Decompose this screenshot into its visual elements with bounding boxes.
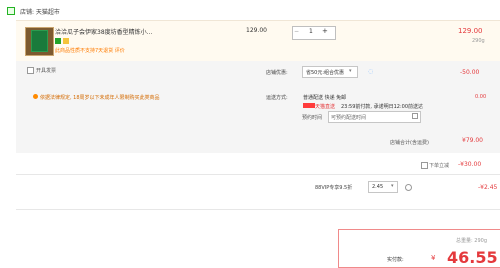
vip-discount-value: -¥2.45 <box>478 184 498 191</box>
item-weight: 290g <box>472 38 485 44</box>
age-restriction-notice: 依据法律规定, 18周岁以下未成年人限制购买此类商品 <box>40 95 160 101</box>
invoice-checkbox[interactable] <box>27 67 34 74</box>
shop-header <box>0 0 500 20</box>
item-subtotal: 129.00 <box>458 27 483 35</box>
shipping-fee: 0.00 <box>475 94 487 100</box>
delivery-cutoff-note: 23:59前付款, 承诺明日12:00前送达 <box>341 104 423 110</box>
promo-row <box>16 61 500 84</box>
shop-total-value: ¥79.00 <box>462 137 483 144</box>
summary-currency: ¥ <box>431 254 436 262</box>
shop-checkbox[interactable] <box>7 7 15 15</box>
chevron-down-icon[interactable]: ▾ <box>391 183 394 189</box>
shipping-label: 运送方式: <box>266 95 288 101</box>
vip-discount-selected[interactable]: 2.45 <box>372 184 383 190</box>
order-discount-checkbox[interactable] <box>421 162 428 169</box>
summary-weight: 总重量: 290g <box>456 238 487 244</box>
qty-plus-button[interactable]: + <box>322 27 328 35</box>
promo-badge-icon <box>63 38 69 44</box>
vip-discount-label: 88VIP专享9.5折 <box>315 185 353 191</box>
invoice-label[interactable]: 开具发票 <box>36 67 56 74</box>
divider <box>16 209 500 210</box>
unit-price: 129.00 <box>246 27 267 34</box>
info-icon[interactable] <box>405 184 412 191</box>
tmall-badge-icon <box>55 38 61 44</box>
chat-icon[interactable]: ◌ <box>368 68 373 75</box>
shipping-method: 普通配送 快递 免邮 <box>303 95 347 101</box>
appointment-placeholder[interactable]: 可预约配送时间 <box>331 114 366 121</box>
summary-price: 46.55 <box>447 248 498 267</box>
appointment-label: 预约时间 <box>302 115 323 121</box>
calendar-icon[interactable] <box>412 113 418 119</box>
chevron-down-icon[interactable]: ▾ <box>349 68 352 74</box>
location-pin-icon <box>33 94 38 99</box>
shop-discount-amount: -50.00 <box>460 69 480 76</box>
shop-discount-label: 店铺优惠: <box>266 70 288 76</box>
product-image <box>31 30 48 52</box>
divider <box>16 174 500 175</box>
tmall-direct-badge <box>303 103 315 108</box>
shop-name[interactable]: 店铺: 天猫超市 <box>20 7 60 16</box>
product-title[interactable]: 洽洽瓜子会伊家38度坊香型精炼小... <box>55 27 152 36</box>
tmall-direct-label: 天猫直送 <box>315 104 336 110</box>
order-discount-label[interactable]: 下单立减 <box>429 162 449 169</box>
order-discount-value: -¥30.00 <box>458 161 482 168</box>
delivery-section <box>16 84 500 132</box>
quantity-value[interactable]: 1 <box>309 28 313 35</box>
qty-minus-button[interactable]: − <box>294 28 299 35</box>
shop-total-label: 店铺合计(含运费) <box>390 140 429 146</box>
summary-label: 实付款: <box>387 257 404 263</box>
shop-discount-selected[interactable]: 省50元:组合优惠 <box>306 69 344 76</box>
return-policy-notice: 此商品性质不支持7天退货 评价 <box>55 48 125 54</box>
